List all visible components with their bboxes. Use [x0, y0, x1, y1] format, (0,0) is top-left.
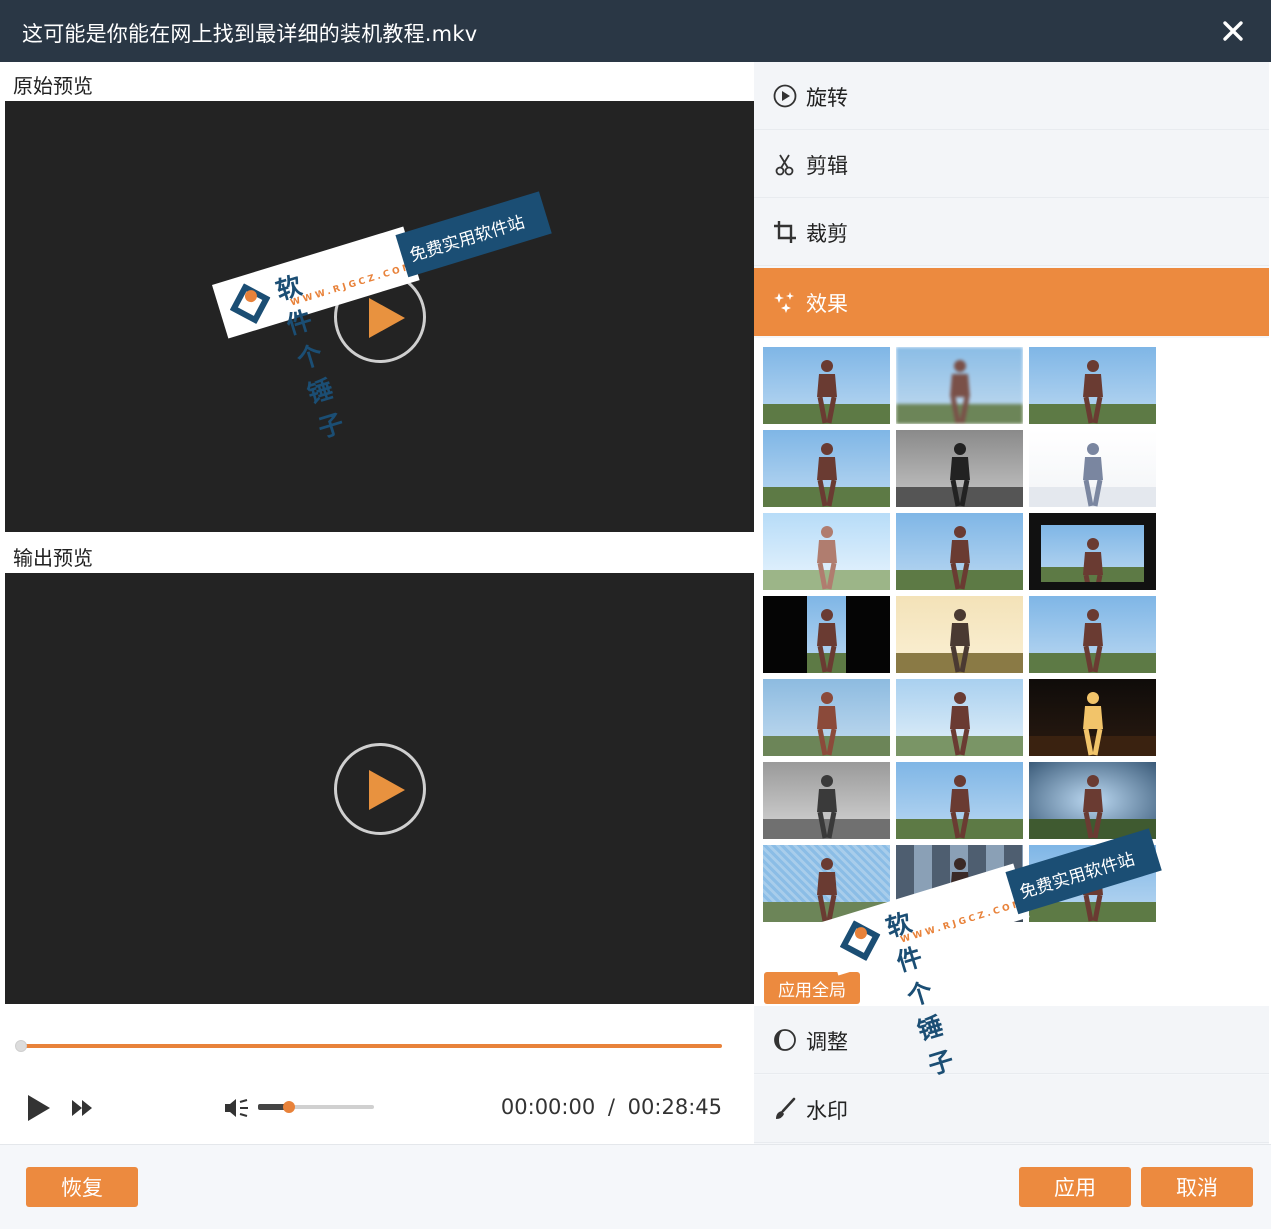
effect-thumbnail-vignette[interactable]: [1029, 762, 1156, 839]
effect-thumbnail-neon[interactable]: [1029, 679, 1156, 756]
effect-thumbnail-normal[interactable]: [1029, 347, 1156, 424]
sparkle-icon: [774, 292, 794, 313]
effect-thumbnail-normal[interactable]: [763, 430, 890, 507]
output-preview-video[interactable]: [5, 573, 754, 1004]
progress-handle[interactable]: [15, 1040, 27, 1052]
effect-thumbnail-warm[interactable]: [896, 596, 1023, 673]
crop-icon: [774, 221, 796, 243]
effect-thumbnail-emboss[interactable]: [763, 762, 890, 839]
adjust-icon: [774, 1029, 796, 1051]
time-display: 00:00:00 / 00:28:45: [501, 1095, 722, 1119]
menu-label: 调整: [806, 1030, 848, 1054]
effect-thumbnail-normal[interactable]: [1029, 596, 1156, 673]
effect-thumbnail-framed[interactable]: [1029, 513, 1156, 590]
menu-item-effects[interactable]: 效果: [754, 268, 1269, 336]
title-bar: 这可能是你能在网上找到最详细的装机教程.mkv: [0, 0, 1271, 62]
menu-label: 效果: [806, 292, 848, 316]
menu-label: 水印: [806, 1099, 848, 1123]
menu-item-clip[interactable]: 剪辑: [754, 130, 1269, 198]
rotate-icon: [773, 84, 797, 108]
original-preview-label: 原始预览: [13, 74, 93, 98]
current-time: 00:00:00: [500, 1095, 596, 1119]
fast-forward-icon[interactable]: [70, 1098, 94, 1118]
cancel-button[interactable]: 取消: [1141, 1167, 1253, 1207]
time-separator: /: [607, 1095, 615, 1119]
output-preview-label: 输出预览: [13, 546, 93, 570]
apply-all-button[interactable]: 应用全局: [764, 972, 860, 1004]
progress-bar[interactable]: [20, 1044, 722, 1048]
apply-button[interactable]: 应用: [1019, 1167, 1131, 1207]
menu-label: 裁剪: [806, 222, 848, 246]
menu-label: 剪辑: [806, 154, 848, 178]
speaker-icon[interactable]: [223, 1096, 251, 1120]
menu-item-watermark[interactable]: 水印: [754, 1075, 1269, 1143]
volume-handle[interactable]: [283, 1101, 295, 1113]
output-play-button[interactable]: [333, 742, 426, 835]
effect-thumbnail-noise[interactable]: [896, 679, 1023, 756]
effect-thumbnail-narrow[interactable]: [763, 596, 890, 673]
total-time: 00:28:45: [627, 1095, 722, 1119]
effect-thumbnail-pixelate[interactable]: [763, 679, 890, 756]
menu-label: 旋转: [806, 86, 848, 110]
footer-bar: 恢复 应用 取消: [0, 1144, 1271, 1229]
effect-thumbnail-blur[interactable]: [896, 347, 1023, 424]
close-icon[interactable]: [1219, 17, 1247, 45]
reset-button[interactable]: 恢复: [26, 1167, 138, 1207]
menu-item-rotate[interactable]: 旋转: [754, 62, 1269, 130]
menu-item-adjust[interactable]: 调整: [754, 1006, 1269, 1074]
player-controls: 00:00:00 / 00:28:45: [5, 1004, 740, 1144]
effect-thumbnail-normal[interactable]: [896, 762, 1023, 839]
effect-thumbnail-normal[interactable]: [763, 347, 890, 424]
play-icon: [368, 297, 405, 338]
original-preview-video[interactable]: [5, 101, 754, 532]
effect-thumbnail-grayscale[interactable]: [896, 430, 1023, 507]
brush-icon: [776, 1097, 796, 1119]
effect-thumbnail-normal[interactable]: [896, 513, 1023, 590]
preview-area: 原始预览 输出预览: [5, 62, 754, 1144]
play-icon: [368, 769, 405, 810]
play-icon[interactable]: [25, 1093, 53, 1123]
scissors-icon: [775, 154, 794, 176]
tools-panel: 旋转 剪辑 裁剪 效果 应用全局 调整 水印: [754, 62, 1269, 1144]
window-title: 这可能是你能在网上找到最详细的装机教程.mkv: [22, 22, 478, 46]
effect-thumbnail-overexpose[interactable]: [763, 513, 890, 590]
effect-thumbnail-sketch[interactable]: [1029, 430, 1156, 507]
menu-item-crop[interactable]: 裁剪: [754, 198, 1269, 266]
